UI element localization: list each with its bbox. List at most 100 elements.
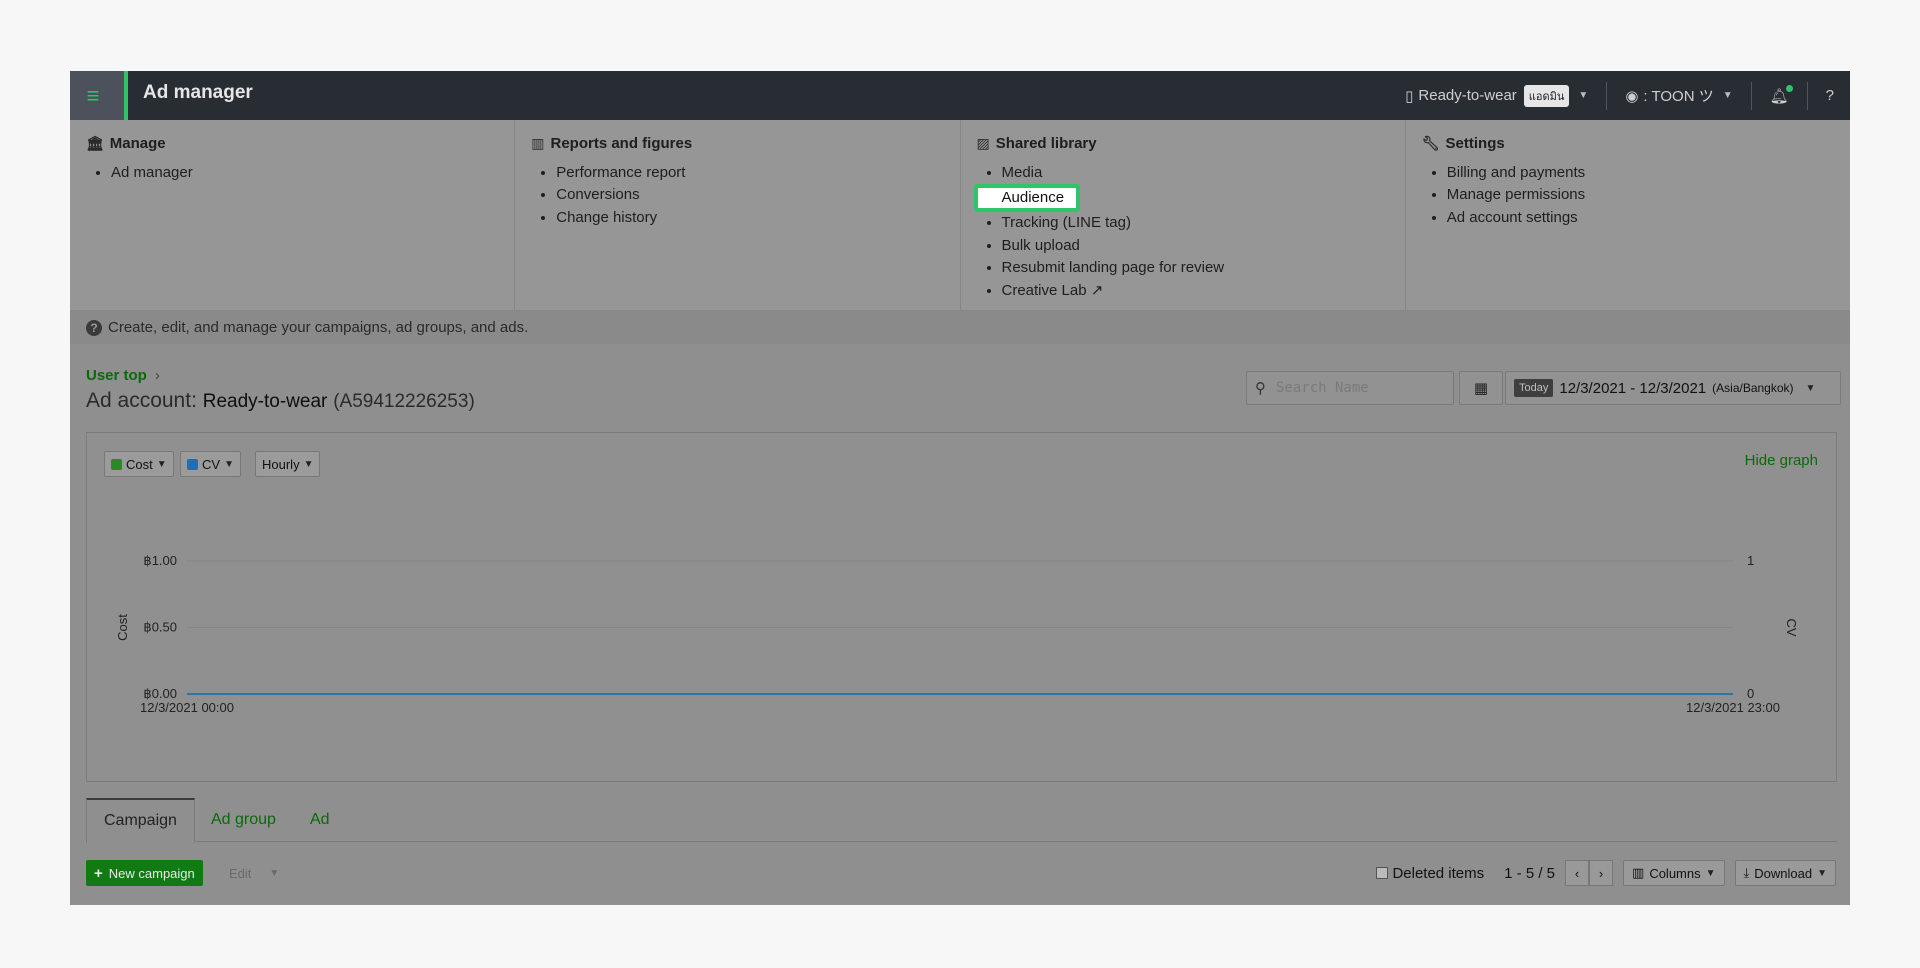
- role-badge: แอดมิน: [1523, 84, 1570, 107]
- download-button[interactable]: ⤓ Download ▼: [1734, 860, 1836, 886]
- chart: ฿0.00 ฿0.50 ฿1.00 0 1 12/3/2021 00:00 12/3/202…: [115, 553, 1799, 715]
- menu-list: Performance report Conversions Change hi…: [531, 162, 943, 229]
- menu-item-resubmit-landing-page[interactable]: Resubmit landing page for review: [1002, 257, 1389, 279]
- search-icon: ⚲: [1255, 380, 1266, 397]
- menu-item-audience-label[interactable]: Audience: [973, 184, 1081, 213]
- bar-chart-icon: ▥: [531, 135, 545, 151]
- pagination-text: 1 - 5 / 5: [1504, 864, 1556, 882]
- menu-list: Ad manager: [86, 162, 498, 184]
- search-field[interactable]: ⚲: [1246, 371, 1454, 405]
- calendar-button[interactable]: ▦: [1459, 371, 1503, 405]
- menu-heading-reports: ▥ Reports and figures: [531, 135, 943, 152]
- prev-page-button[interactable]: ‹: [1565, 860, 1590, 886]
- question-circle-icon: ?: [86, 319, 102, 336]
- menu-heading-settings: 🔧︎ Settings: [1422, 135, 1834, 152]
- calendar-icon: ▦: [1473, 380, 1489, 397]
- columns-button[interactable]: ▥ Columns ▼: [1623, 860, 1725, 886]
- chevron-down-icon: ▼: [269, 867, 280, 879]
- notifications-button[interactable]: 🔔︎: [1752, 71, 1807, 120]
- help-button[interactable]: ?: [1808, 71, 1840, 120]
- chevron-down-icon: ▼: [1817, 867, 1827, 879]
- app-title: Ad manager: [143, 82, 253, 103]
- y-tick-label: ฿1.00: [143, 553, 177, 568]
- chevron-down-icon: ▼: [1578, 90, 1589, 101]
- menu-item-audience[interactable]: Audience: [973, 184, 1389, 213]
- new-campaign-button[interactable]: + New campaign: [86, 860, 203, 886]
- y-tick-label: ฿0.50: [143, 620, 177, 635]
- header-right: ▯ Ready-to-wear แอดมิน ▼ ◉ : TOON ツ ▼ 🔔︎…: [1387, 71, 1840, 120]
- help-bar: ? Create, edit, and manage your campaign…: [70, 311, 1850, 344]
- menu-heading-library: ▨ Shared library: [977, 135, 1389, 152]
- account-label: Ad account:: [86, 389, 197, 412]
- menu-item-bulk-upload[interactable]: Bulk upload: [1002, 235, 1389, 257]
- image-icon: ▨: [976, 135, 990, 151]
- timezone-text: (Asia/Bangkok): [1712, 381, 1794, 395]
- help-text: Create, edit, and manage your campaigns,…: [108, 319, 529, 336]
- y-axis-label: Cost: [115, 614, 130, 641]
- menu-list: Media Audience Tracking (LINE tag) Bulk …: [973, 162, 1389, 302]
- user-menu[interactable]: ◉ : TOON ツ ▼: [1607, 71, 1750, 120]
- wrench-icon: 🔧︎: [1421, 135, 1440, 151]
- next-page-button[interactable]: ›: [1589, 860, 1614, 886]
- account-name-title: Ready-to-wear: [202, 391, 328, 412]
- y2-tick-label: 0: [1747, 686, 1754, 701]
- menu-item-billing[interactable]: Billing and payments: [1447, 162, 1834, 184]
- menu-heading-label: Settings: [1445, 135, 1505, 152]
- building-icon: ▯: [1405, 87, 1414, 105]
- menu-item-creative-lab[interactable]: Creative Lab ↗: [1002, 280, 1389, 302]
- app-window: ≡ Ad manager ▯ Ready-to-wear แอดมิน ▼ ◉ …: [70, 71, 1850, 905]
- menu-heading-label: Manage: [109, 135, 166, 152]
- columns-label: Columns: [1649, 865, 1701, 881]
- deleted-items-toggle[interactable]: Deleted items: [1376, 865, 1484, 882]
- y2-tick-label: 1: [1747, 553, 1754, 568]
- menu-item-conversions[interactable]: Conversions: [556, 184, 943, 206]
- account-id: (A59412226253): [333, 391, 475, 412]
- search-input[interactable]: [1276, 380, 1436, 396]
- user-name: : TOON ツ: [1643, 88, 1714, 105]
- menu-section-shared-library: ▨ Shared library Media Audience Tracking…: [961, 120, 1406, 310]
- bell-icon: 🔔︎: [1770, 84, 1793, 105]
- edit-button[interactable]: Edit ▼: [221, 860, 287, 886]
- menu-item-change-history[interactable]: Change history: [556, 207, 943, 229]
- columns-icon: ▥: [1632, 865, 1645, 880]
- tab-bar: Campaign Ad group Ad: [86, 798, 1837, 843]
- menu-section-manage: 🏛︎ Manage Ad manager: [70, 120, 516, 310]
- menu-heading-label: Reports and figures: [550, 135, 693, 152]
- user-circle-icon: ◉: [1625, 87, 1639, 105]
- navigation-menu: 🏛︎ Manage Ad manager ▥ Reports and figur…: [70, 120, 1850, 311]
- top-bar: ≡ Ad manager ▯ Ready-to-wear แอดมิน ▼ ◉ …: [70, 71, 1850, 127]
- table-tools: Deleted items 1 - 5 / 5 ‹ › ▥ Columns ▼ …: [1376, 860, 1836, 886]
- deleted-items-label: Deleted items: [1392, 864, 1485, 882]
- breadcrumb-user-top[interactable]: User top: [86, 367, 147, 384]
- hamburger-menu-button[interactable]: ≡: [70, 71, 128, 127]
- tab-ad[interactable]: Ad: [293, 798, 347, 842]
- menu-item-performance-report[interactable]: Performance report: [556, 162, 943, 184]
- account-switcher[interactable]: ▯ Ready-to-wear แอดมิน ▼: [1387, 71, 1606, 120]
- chevron-down-icon: ▼: [1722, 90, 1733, 101]
- new-campaign-label: New campaign: [108, 865, 195, 881]
- menu-item-ad-manager[interactable]: Ad manager: [111, 162, 498, 184]
- deleted-items-checkbox[interactable]: [1376, 867, 1389, 879]
- menu-section-settings: 🔧︎ Settings Billing and payments Manage …: [1406, 120, 1850, 310]
- menu-heading-label: Shared library: [995, 135, 1097, 152]
- menu-item-tracking[interactable]: Tracking (LINE tag): [1002, 212, 1389, 234]
- help-icon: ?: [1825, 87, 1834, 104]
- plus-icon: +: [94, 864, 103, 882]
- menu-item-permissions[interactable]: Manage permissions: [1447, 184, 1834, 206]
- date-range-picker[interactable]: Today 12/3/2021 - 12/3/2021 (Asia/Bangko…: [1505, 371, 1841, 405]
- y-tick-label: ฿0.00: [143, 686, 177, 701]
- tab-campaign[interactable]: Campaign: [86, 798, 195, 843]
- breadcrumb: User top ›: [86, 367, 160, 384]
- hamburger-icon: ≡: [86, 82, 100, 108]
- account-name: Ready-to-wear: [1418, 87, 1517, 104]
- menu-item-creative-lab-label[interactable]: Creative Lab: [1002, 282, 1087, 299]
- menu-item-media[interactable]: Media: [1002, 162, 1389, 184]
- menu-section-reports: ▥ Reports and figures Performance report…: [515, 120, 961, 310]
- menu-list: Billing and payments Manage permissions …: [1422, 162, 1834, 229]
- y2-axis-label: CV: [1784, 618, 1799, 636]
- tab-ad-group[interactable]: Ad group: [194, 798, 293, 842]
- menu-item-account-settings[interactable]: Ad account settings: [1447, 207, 1834, 229]
- chevron-down-icon: ▼: [1805, 382, 1816, 394]
- download-label: Download: [1754, 865, 1813, 881]
- external-link-icon: ↗: [1090, 281, 1104, 299]
